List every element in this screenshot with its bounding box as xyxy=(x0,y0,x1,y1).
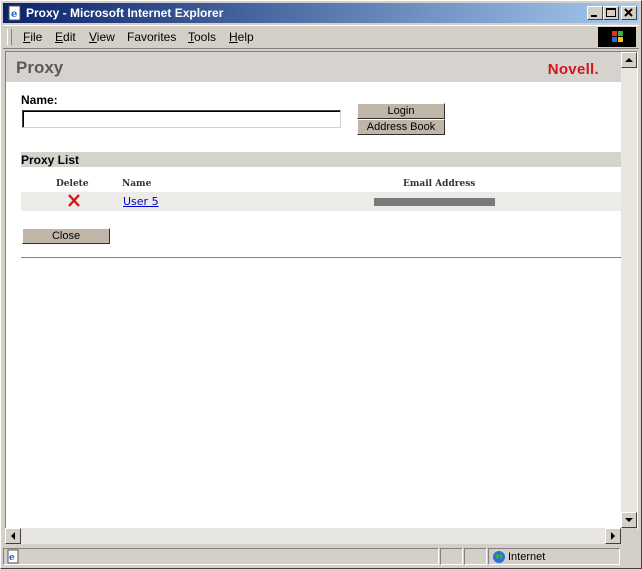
arrow-right-icon xyxy=(611,532,615,540)
page-header: Proxy Novell. xyxy=(6,52,621,82)
arrow-up-icon xyxy=(625,58,633,62)
content-viewport: Proxy Novell. Name: Login Address Book P… xyxy=(5,51,638,529)
svg-text:e: e xyxy=(9,553,15,563)
horizontal-scrollbar[interactable] xyxy=(5,528,621,544)
menu-bar: File Edit View Favorites Tools Help xyxy=(3,25,639,49)
divider xyxy=(21,257,621,259)
login-button[interactable]: Login xyxy=(357,103,445,119)
table-row xyxy=(21,192,621,211)
ie-page-icon: e xyxy=(7,549,19,564)
vertical-scrollbar[interactable] xyxy=(621,52,637,528)
status-pane xyxy=(464,548,487,565)
scrollbar-corner xyxy=(621,528,637,544)
name-label: Name: xyxy=(21,93,58,107)
menu-view[interactable]: View xyxy=(89,30,115,44)
status-pane xyxy=(440,548,463,565)
internet-globe-icon xyxy=(493,551,505,563)
menu-file[interactable]: File xyxy=(23,30,42,44)
scroll-left-button[interactable] xyxy=(5,528,21,544)
zone-label: Internet xyxy=(508,551,546,563)
browser-window: e Proxy - Microsoft Internet Explorer Fi… xyxy=(0,0,642,569)
minimize-button[interactable] xyxy=(587,6,603,20)
arrow-left-icon xyxy=(11,532,15,540)
name-input[interactable] xyxy=(22,110,341,128)
column-header-delete: Delete xyxy=(56,179,89,189)
arrow-down-icon xyxy=(625,518,633,522)
scroll-up-button[interactable] xyxy=(621,52,637,68)
user-name-link[interactable]: User 5 xyxy=(123,195,159,208)
maximize-button[interactable] xyxy=(603,6,619,20)
title-bar[interactable]: e Proxy - Microsoft Internet Explorer xyxy=(3,3,639,23)
novell-logo: Novell. xyxy=(547,61,599,78)
close-window-button[interactable] xyxy=(621,6,637,20)
menu-help[interactable]: Help xyxy=(229,30,254,44)
close-button[interactable]: Close xyxy=(22,228,110,244)
scroll-down-button[interactable] xyxy=(621,512,637,528)
column-header-email: Email Address xyxy=(403,179,476,189)
proxy-list-title: Proxy List xyxy=(21,153,80,167)
minimize-icon xyxy=(591,15,597,17)
proxy-list-header: Proxy List xyxy=(21,152,621,167)
scroll-right-button[interactable] xyxy=(605,528,621,544)
resize-grip[interactable] xyxy=(621,548,637,565)
delete-x-icon[interactable] xyxy=(67,194,81,207)
status-main-pane: e xyxy=(3,548,439,565)
column-header-name: Name xyxy=(122,179,152,189)
close-icon xyxy=(624,8,633,17)
menu-edit[interactable]: Edit xyxy=(55,30,76,44)
menu-favorites[interactable]: Favorites xyxy=(127,30,176,44)
toolbar-grip[interactable] xyxy=(7,29,12,45)
email-address-redacted xyxy=(374,198,495,206)
maximize-icon xyxy=(606,8,616,17)
ie-page-icon[interactable]: e xyxy=(7,5,23,21)
page-title: Proxy xyxy=(16,58,64,77)
svg-text:e: e xyxy=(11,9,17,20)
status-bar: e Internet xyxy=(3,547,639,567)
windows-logo-icon xyxy=(598,27,636,47)
address-book-button[interactable]: Address Book xyxy=(357,119,445,135)
menu-tools[interactable]: Tools xyxy=(188,30,216,44)
window-title: Proxy - Microsoft Internet Explorer xyxy=(26,6,224,20)
